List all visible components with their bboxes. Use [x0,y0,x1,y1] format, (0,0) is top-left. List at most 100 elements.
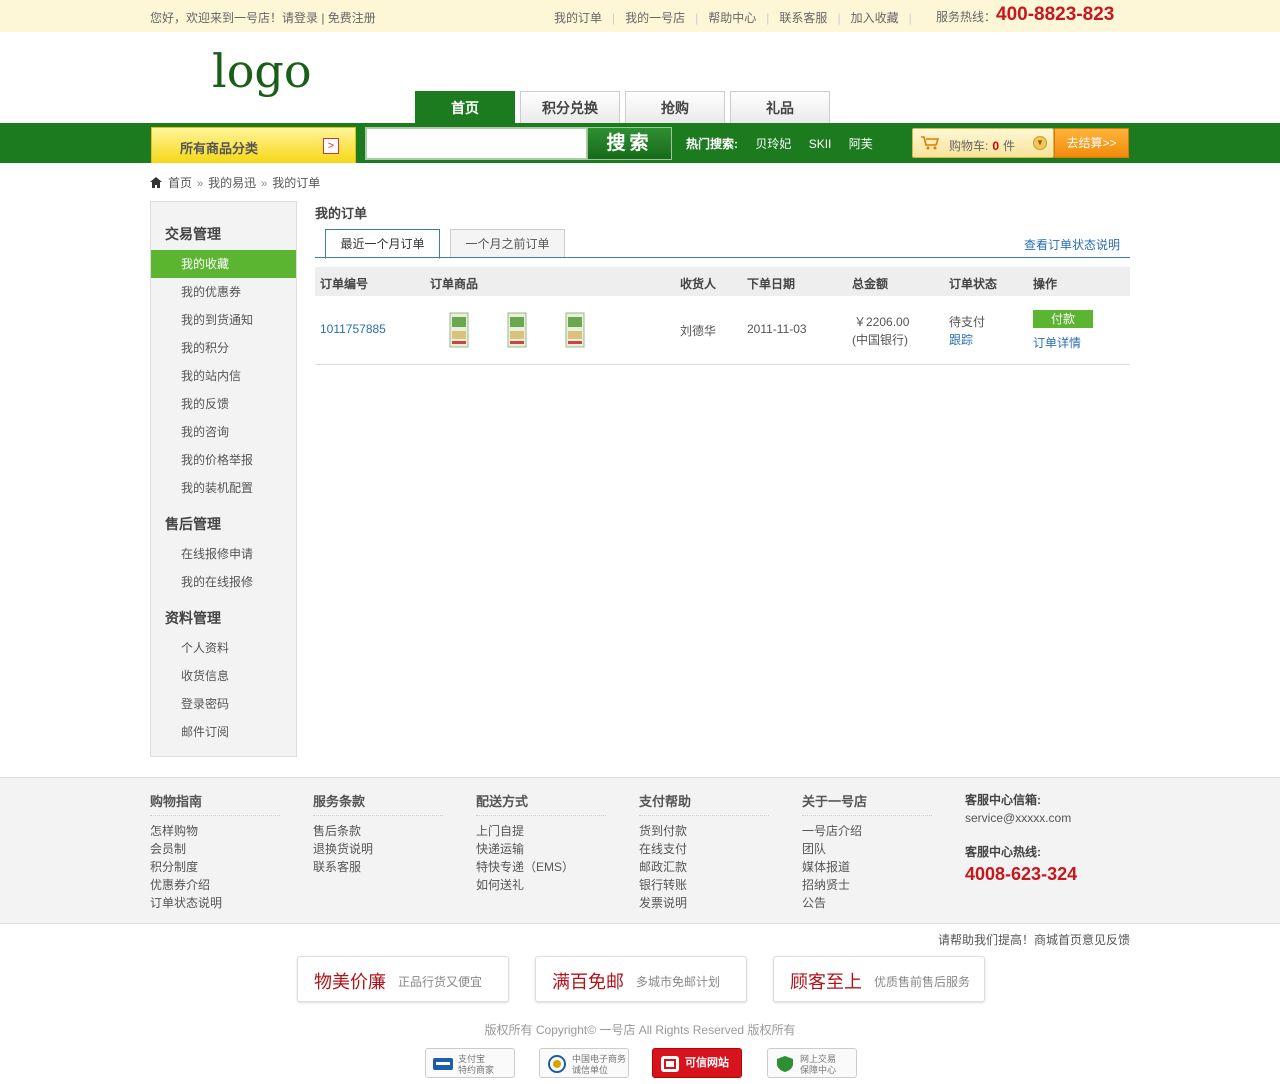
product-thumbnail[interactable] [505,311,531,349]
hotline-number: 400-8823-823 [996,4,1115,25]
footer-link[interactable]: 团队 [802,840,932,858]
trade-protection-badge[interactable]: 网上交易 保障中心 [767,1048,857,1078]
sidebar-group-title: 资料管理 [165,610,221,626]
search-button[interactable]: 搜索 [587,127,672,160]
sidebar-item-profile[interactable]: 个人资料 [151,634,296,662]
hot-search: 热门搜索: 贝玲妃 SKII 阿芙 [686,135,887,152]
footer-link[interactable]: 优惠券介绍 [150,876,280,894]
footer-link[interactable]: 联系客服 [313,858,443,876]
breadcrumb-account[interactable]: 我的易迅 [208,176,256,190]
footer-link[interactable]: 积分制度 [150,858,280,876]
sidebar-item-pc-config[interactable]: 我的装机配置 [151,474,296,502]
cart-widget[interactable]: 购物车: 0 件 ▼ [912,128,1054,158]
product-thumbnail[interactable] [447,311,473,349]
sidebar-item-feedback[interactable]: 我的反馈 [151,390,296,418]
badge-text: 网上交易 保障中心 [800,1054,837,1075]
footer-link[interactable]: 上门自提 [476,822,606,840]
promo-subtitle: 多城市免邮计划 [636,975,721,989]
nav-tab-flash-sale[interactable]: 抢购 [625,91,725,124]
sidebar-item-coupons[interactable]: 我的优惠券 [151,278,296,306]
hot-term[interactable]: 贝玲妃 [755,137,791,151]
product-thumbnail[interactable] [563,311,589,349]
hot-term[interactable]: SKII [809,137,832,151]
nav-tab-points[interactable]: 积分兑换 [520,91,620,124]
chevron-right-icon: > [323,138,339,154]
footer-link[interactable]: 邮政汇款 [639,858,769,876]
sidebar-item-points[interactable]: 我的积分 [151,334,296,362]
order-id-link[interactable]: 1011757885 [320,322,386,336]
logo[interactable]: logo [212,48,312,94]
sidebar-item-subscription[interactable]: 邮件订阅 [151,718,296,746]
footer-link[interactable]: 怎样购物 [150,822,280,840]
checkout-button[interactable]: 去结算>> [1054,128,1129,158]
top-link-favorite[interactable]: 加入收藏 [851,11,899,25]
nav-tab-gifts[interactable]: 礼品 [730,91,830,124]
welcome-text[interactable]: 您好，欢迎来到一号店！请登录 | 免费注册 [150,9,376,26]
footer-link[interactable]: 特快专递（EMS） [476,858,606,876]
footer-link[interactable]: 公告 [802,894,932,912]
sidebar-item-password[interactable]: 登录密码 [151,690,296,718]
footer-link[interactable]: 货到付款 [639,822,769,840]
footer-column-title: 关于一号店 [802,791,932,816]
pay-button[interactable]: 付款 [1033,310,1093,328]
footer-column-title: 支付帮助 [639,791,769,816]
track-link[interactable]: 跟踪 [949,331,973,348]
footer-link[interactable]: 会员制 [150,840,280,858]
footer-link[interactable]: 退换货说明 [313,840,443,858]
sidebar-item-inquiries[interactable]: 我的咨询 [151,418,296,446]
promo-subtitle: 正品行货又便宜 [398,975,483,989]
footer-column: 服务条款 售后条款 退换货说明 联系客服 [313,791,443,876]
footer-link[interactable]: 如何送礼 [476,876,606,894]
nav-tab-home[interactable]: 首页 [415,91,515,124]
chevron-down-icon[interactable]: ▼ [1033,136,1047,150]
footer-link[interactable]: 媒体报道 [802,858,932,876]
tab-recent-orders[interactable]: 最近一个月订单 [325,229,440,259]
promo-subtitle: 优质售前售后服务 [874,975,971,989]
footer-link[interactable]: 售后条款 [313,822,443,840]
footer-link[interactable]: 发票说明 [639,894,769,912]
order-payment-bank: (中国银行) [852,333,908,347]
badge-text: 中国电子商务 诚信单位 [572,1054,627,1075]
sidebar-item-arrival-notice[interactable]: 我的到货通知 [151,306,296,334]
footer-link[interactable]: 订单状态说明 [150,894,280,912]
tab-older-orders[interactable]: 一个月之前订单 [450,229,565,258]
footer-link[interactable]: 一号店介绍 [802,822,932,840]
column-header: 收货人 [680,277,717,291]
contact-email[interactable]: service@xxxxx.com [965,811,1077,825]
feedback-link[interactable]: 请帮助我们提高！商城首页意见反馈 [938,931,1130,948]
breadcrumb-home[interactable]: 首页 [168,176,192,190]
footer-column-title: 配送方式 [476,791,606,816]
top-link-my-store[interactable]: 我的一号店 [625,11,685,25]
sidebar-item-addresses[interactable]: 收货信息 [151,662,296,690]
alipay-badge[interactable]: 支付宝 特约商家 [425,1048,515,1078]
badge-text: 支付宝 特约商家 [458,1054,495,1075]
footer-links: 购物指南 怎样购物 会员制 积分制度 优惠券介绍 订单状态说明 服务条款 售后条… [0,777,1280,924]
order-status-help-link[interactable]: 查看订单状态说明 [1024,236,1120,253]
footer-column: 配送方式 上门自提 快递运输 特快专递（EMS） 如何送礼 [476,791,606,894]
footer-link[interactable]: 在线支付 [639,840,769,858]
shield-icon [777,1056,793,1072]
sidebar-item-favorites[interactable]: 我的收藏 [151,250,296,278]
hot-term[interactable]: 阿芙 [849,137,873,151]
sidebar-group-title: 交易管理 [165,226,221,242]
category-menu[interactable]: 所有商品分类 > [151,127,356,163]
trusted-site-badge[interactable]: 可信网站 [652,1048,742,1078]
ecommerce-integrity-badge[interactable]: 中国电子商务 诚信单位 [539,1048,629,1078]
promo-title: 满百免邮 [552,972,624,992]
sidebar-item-my-repairs[interactable]: 我的在线报修 [151,568,296,596]
footer-link[interactable]: 快递运输 [476,840,606,858]
footer-column: 关于一号店 一号店介绍 团队 媒体报道 招纳贤士 公告 [802,791,932,912]
sidebar-item-messages[interactable]: 我的站内信 [151,362,296,390]
footer-link[interactable]: 银行转账 [639,876,769,894]
search-input[interactable] [365,127,588,160]
sidebar-item-price-report[interactable]: 我的价格举报 [151,446,296,474]
top-link-help[interactable]: 帮助中心 [708,11,756,25]
top-link-my-orders[interactable]: 我的订单 [554,11,602,25]
order-detail-link[interactable]: 订单详情 [1033,334,1081,351]
footer-column: 购物指南 怎样购物 会员制 积分制度 优惠券介绍 订单状态说明 [150,791,280,912]
order-amount: ￥2206.00 [854,315,910,329]
footer-link[interactable]: 招纳贤士 [802,876,932,894]
column-header: 订单状态 [949,277,998,291]
top-link-contact[interactable]: 联系客服 [779,11,827,25]
sidebar-item-repair-request[interactable]: 在线报修申请 [151,540,296,568]
